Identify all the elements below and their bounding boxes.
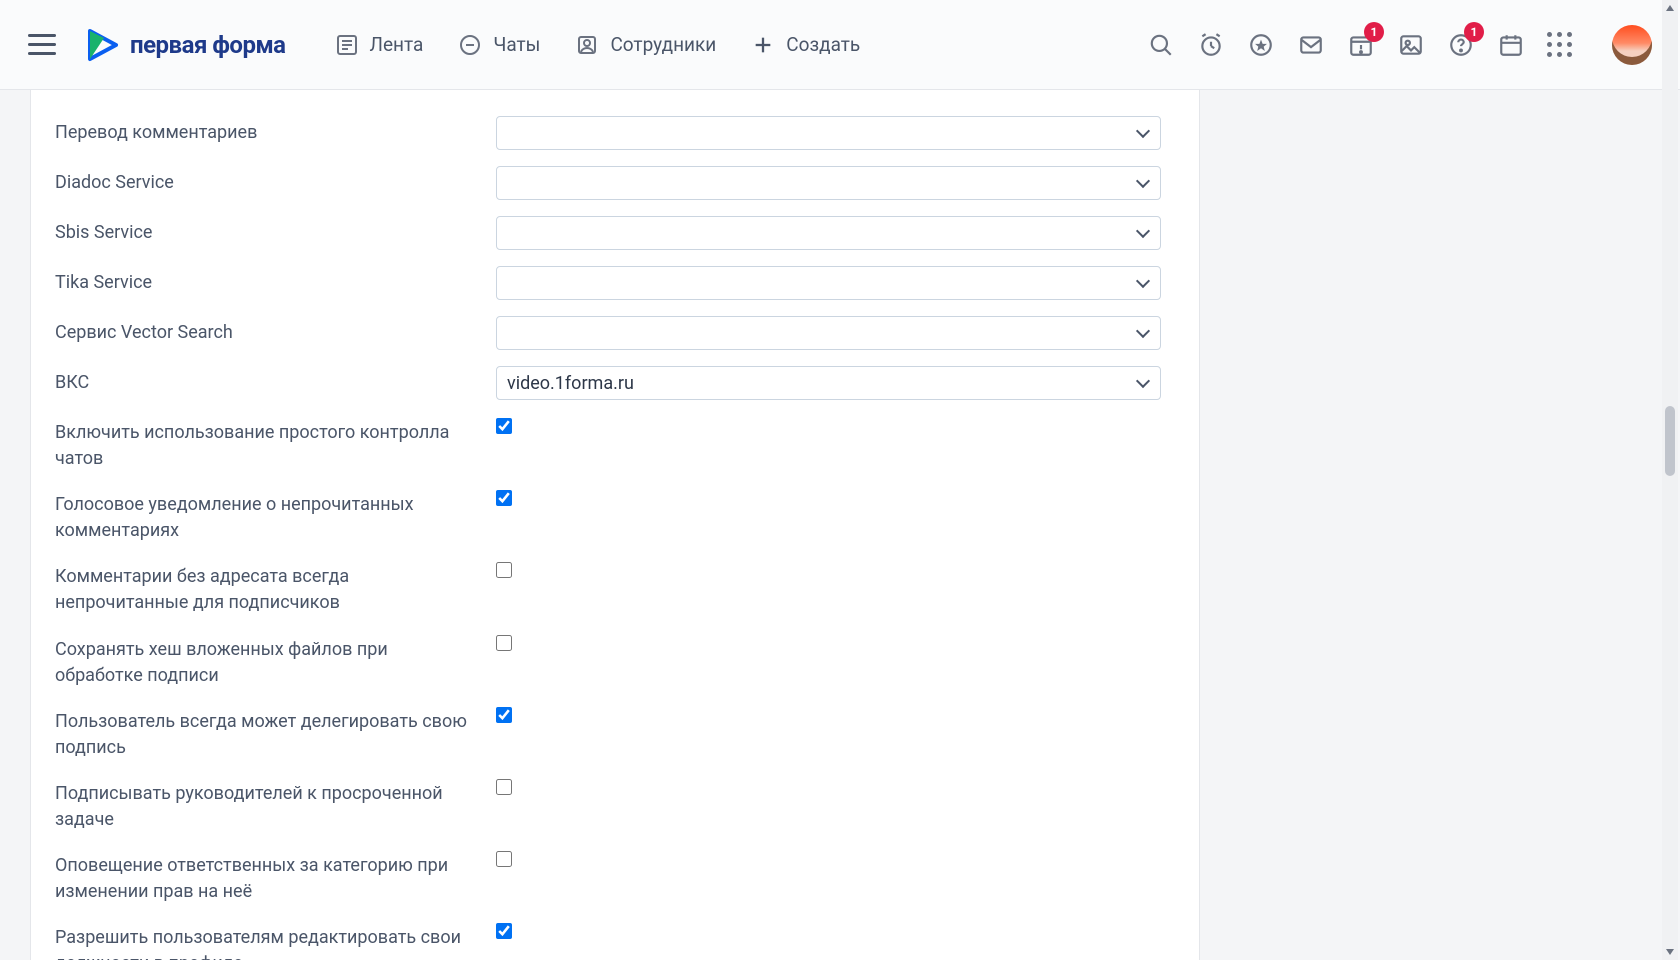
checkbox-7[interactable]: [496, 923, 512, 939]
checkbox-2[interactable]: [496, 562, 512, 578]
app-header: первая форма Лента Чаты Сотрудники Созда…: [0, 0, 1680, 90]
label-tika: Tika Service: [31, 266, 496, 296]
nav-create-label: Создать: [786, 33, 860, 56]
scroll-track[interactable]: [1662, 16, 1678, 944]
nav-employees-label: Сотрудники: [610, 33, 716, 56]
page-scrollbar[interactable]: [1662, 0, 1678, 960]
inbox-icon[interactable]: [1296, 30, 1326, 60]
label-translate-comments: Перевод комментариев: [31, 116, 496, 146]
top-nav: Лента Чаты Сотрудники Создать: [334, 32, 861, 58]
label-checkbox-2: Комментарии без адресата всегда непрочит…: [31, 560, 496, 616]
row-checkbox-2: Комментарии без адресата всегда непрочит…: [31, 552, 1199, 624]
row-vks: ВКС video.1forma.ru: [31, 358, 1199, 408]
label-checkbox-5: Подписывать руководителей к просроченной…: [31, 777, 496, 833]
label-checkbox-4: Пользователь всегда может делегировать с…: [31, 705, 496, 761]
checkbox-6[interactable]: [496, 851, 512, 867]
calendar-icon[interactable]: [1496, 30, 1526, 60]
label-checkbox-3: Сохранять хеш вложенных файлов при обраб…: [31, 633, 496, 689]
feed-icon: [334, 32, 360, 58]
picture-icon[interactable]: [1396, 30, 1426, 60]
label-checkbox-0: Включить использование простого контролл…: [31, 416, 496, 472]
select-sbis[interactable]: [496, 216, 1161, 250]
nav-chats-label: Чаты: [493, 33, 540, 56]
plus-icon: [750, 32, 776, 58]
row-checkbox-4: Пользователь всегда может делегировать с…: [31, 697, 1199, 769]
chat-icon: [457, 32, 483, 58]
scroll-up-arrow[interactable]: [1662, 0, 1678, 16]
scroll-down-arrow[interactable]: [1662, 944, 1678, 960]
label-sbis: Sbis Service: [31, 216, 496, 246]
checkbox-0[interactable]: [496, 418, 512, 434]
nav-feed[interactable]: Лента: [334, 32, 424, 58]
checkbox-3[interactable]: [496, 635, 512, 651]
apps-grid-icon[interactable]: [1546, 32, 1572, 58]
alarm-icon[interactable]: [1196, 30, 1226, 60]
help-icon[interactable]: 1: [1446, 30, 1476, 60]
brand-logo[interactable]: первая форма: [84, 27, 286, 63]
logo-icon: [84, 27, 120, 63]
nav-create[interactable]: Создать: [750, 32, 860, 58]
menu-burger-button[interactable]: [28, 27, 64, 63]
select-vks[interactable]: video.1forma.ru: [496, 366, 1161, 400]
nav-feed-label: Лента: [370, 33, 424, 56]
help-badge: 1: [1464, 22, 1484, 42]
row-sbis: Sbis Service: [31, 208, 1199, 258]
nav-chats[interactable]: Чаты: [457, 32, 540, 58]
label-vector-search: Сервис Vector Search: [31, 316, 496, 346]
checkbox-1[interactable]: [496, 490, 512, 506]
row-checkbox-6: Оповещение ответственных за категорию пр…: [31, 841, 1199, 913]
select-translate-comments[interactable]: [496, 116, 1161, 150]
row-checkbox-7: Разрешить пользователям редактировать св…: [31, 913, 1199, 960]
checkbox-5[interactable]: [496, 779, 512, 795]
favorite-icon[interactable]: [1246, 30, 1276, 60]
row-tika: Tika Service: [31, 258, 1199, 308]
header-actions: 1 1: [1146, 25, 1652, 65]
user-avatar[interactable]: [1612, 25, 1652, 65]
brand-name: первая форма: [130, 31, 286, 59]
settings-form: Перевод комментариев Diadoc Service Sbis…: [30, 90, 1200, 960]
select-diadoc[interactable]: [496, 166, 1161, 200]
label-vks: ВКС: [31, 366, 496, 396]
content-area: Перевод комментариев Diadoc Service Sbis…: [30, 90, 1650, 960]
search-icon[interactable]: [1146, 30, 1176, 60]
select-tika[interactable]: [496, 266, 1161, 300]
label-checkbox-1: Голосовое уведомление о непрочитанных ко…: [31, 488, 496, 544]
row-checkbox-3: Сохранять хеш вложенных файлов при обраб…: [31, 625, 1199, 697]
label-checkbox-6: Оповещение ответственных за категорию пр…: [31, 849, 496, 905]
row-checkbox-1: Голосовое уведомление о непрочитанных ко…: [31, 480, 1199, 552]
nav-employees[interactable]: Сотрудники: [574, 32, 716, 58]
scroll-thumb[interactable]: [1665, 406, 1675, 476]
row-diadoc: Diadoc Service: [31, 158, 1199, 208]
row-translate-comments: Перевод комментариев: [31, 108, 1199, 158]
row-checkbox-5: Подписывать руководителей к просроченной…: [31, 769, 1199, 841]
alert-calendar-icon[interactable]: 1: [1346, 30, 1376, 60]
select-vector-search[interactable]: [496, 316, 1161, 350]
row-checkbox-0: Включить использование простого контролл…: [31, 408, 1199, 480]
row-vector-search: Сервис Vector Search: [31, 308, 1199, 358]
checkbox-4[interactable]: [496, 707, 512, 723]
alert-badge: 1: [1364, 22, 1384, 42]
label-diadoc: Diadoc Service: [31, 166, 496, 196]
employees-icon: [574, 32, 600, 58]
label-checkbox-7: Разрешить пользователям редактировать св…: [31, 921, 496, 960]
